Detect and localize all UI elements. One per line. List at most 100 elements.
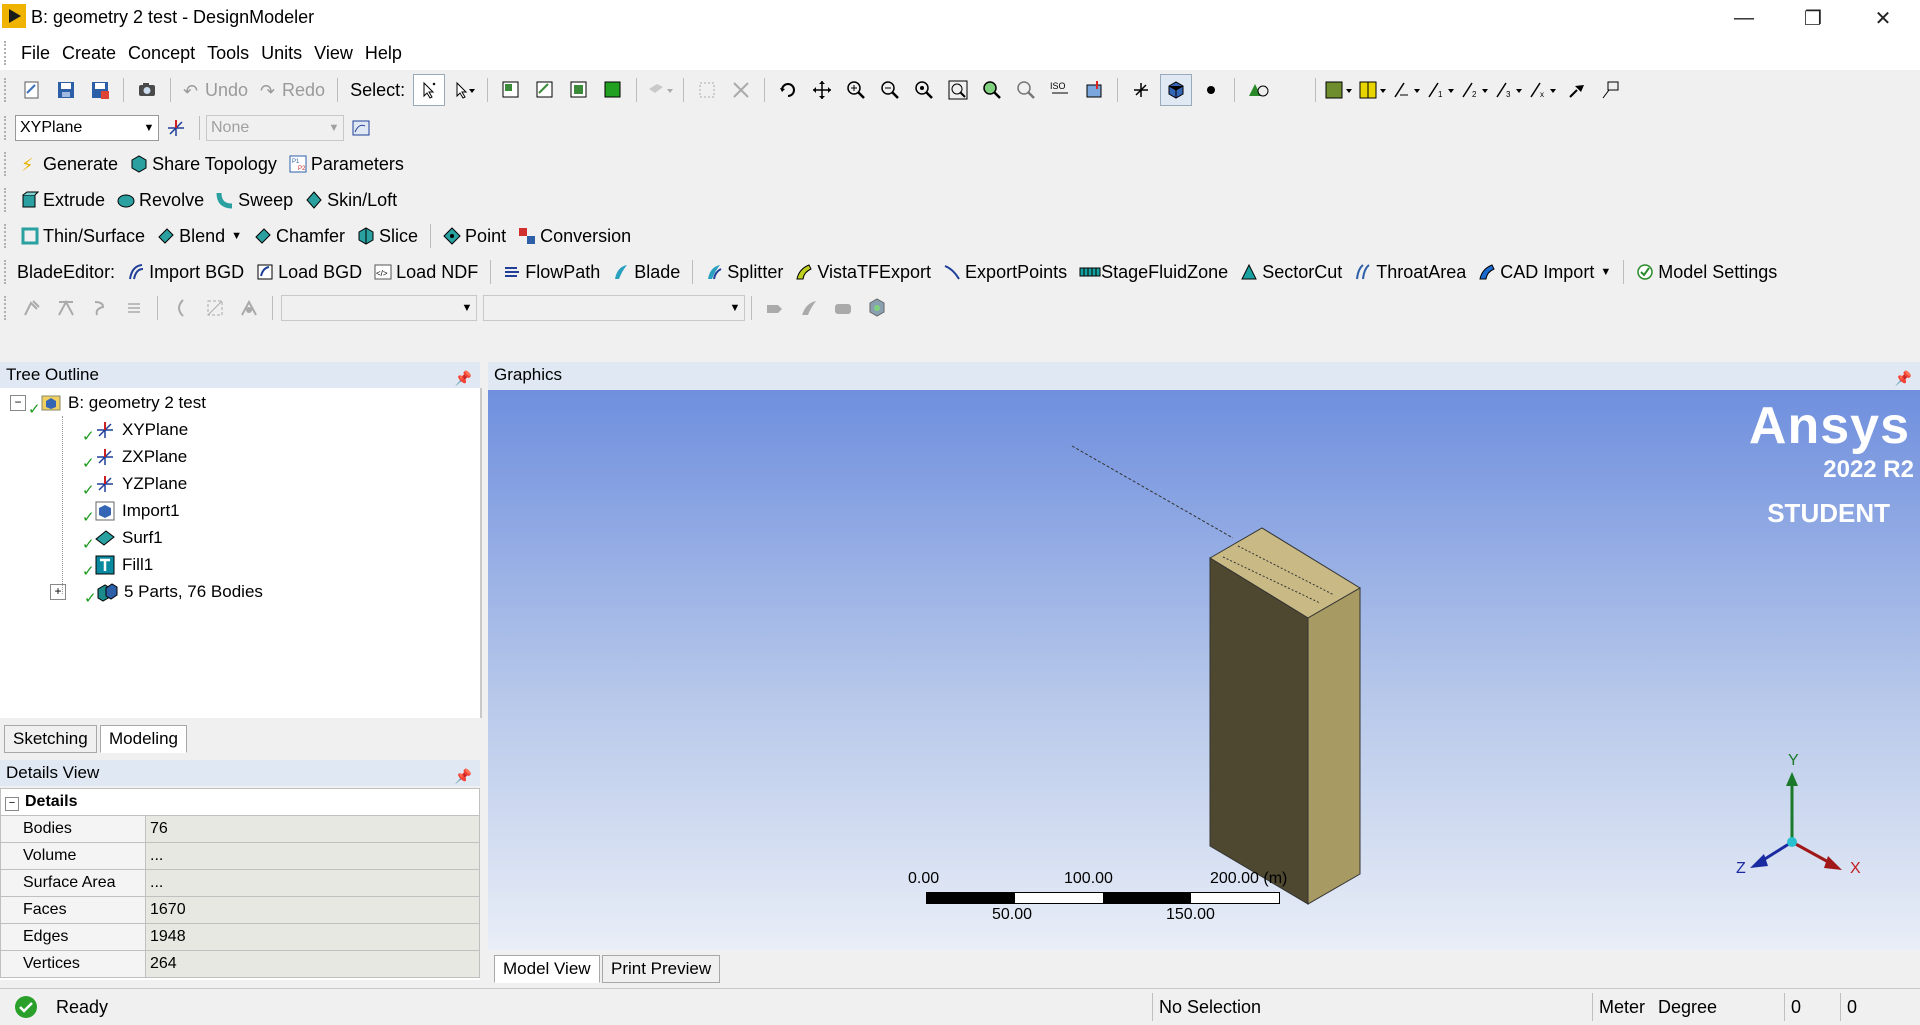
annotation-icon[interactable] [1596,75,1626,105]
tree-item-yzplane[interactable]: ✓ YZPlane [82,471,187,499]
display-edges-icon[interactable] [1243,75,1273,105]
display-model-icon[interactable] [1160,74,1193,106]
cad-import-button[interactable]: CAD Import ▼ [1472,257,1617,287]
thumbtack-icon[interactable] [1562,75,1592,105]
pin-icon[interactable]: 📌 [455,763,472,789]
edge-display-x-icon[interactable]: x [1528,75,1558,105]
generate-button[interactable]: ⚡ Generate [15,149,124,179]
minimize-icon[interactable]: — [1712,0,1776,36]
blade-tool-1-icon[interactable] [760,293,790,323]
graphics-viewport[interactable]: Ansys 2022 R2 STUDENT 0.00 100.00 200.00… [488,390,1920,950]
face-select-icon[interactable] [564,75,594,105]
details-value[interactable]: ... [145,869,480,897]
import-bgd-button[interactable]: Import BGD [121,257,250,287]
blade-button[interactable]: Blade [606,257,686,287]
load-ndf-button[interactable]: </> Load NDF [368,257,484,287]
magnifier-icon[interactable] [977,75,1007,105]
status-angle-unit[interactable]: Degree [1652,993,1770,1021]
splitter-button[interactable]: Splitter [699,257,789,287]
tree-root[interactable]: − ✓ B: geometry 2 test [10,390,206,418]
parameters-button[interactable]: P1 P2 Parameters [283,149,410,179]
screenshot-icon[interactable] [132,75,162,105]
save-icon[interactable] [51,75,81,105]
menu-create[interactable]: Create [56,36,122,70]
menu-help[interactable]: Help [359,36,408,70]
new-icon[interactable] [17,75,47,105]
edge-display-2-icon[interactable]: 2 [1460,75,1490,105]
menu-units[interactable]: Units [255,36,308,70]
blade-tool-3-icon[interactable] [828,293,858,323]
tree-item-surf1[interactable]: ✓ Surf1 [82,525,163,553]
point-select-icon[interactable] [496,75,526,105]
stagefluidzone-button[interactable]: StageFluidZone [1073,257,1234,287]
revolve-button[interactable]: Revolve [111,185,210,215]
vistatfexport-button[interactable]: VistaTFExport [789,257,937,287]
undo-button[interactable]: ↶ Undo [177,75,254,105]
tab-model-view[interactable]: Model View [494,955,600,983]
flowpath-button[interactable]: FlowPath [497,257,606,287]
pan-icon[interactable] [807,75,837,105]
sketch-tool-4-icon[interactable] [119,293,149,323]
tree-item-import1[interactable]: ✓ Import1 [82,498,180,526]
edge-display-1-icon[interactable]: 1 [1426,75,1456,105]
menu-view[interactable]: View [308,36,359,70]
zoom-icon[interactable] [841,75,871,105]
select-new-icon[interactable] [413,74,446,106]
sectorcut-button[interactable]: SectorCut [1234,257,1348,287]
redo-button[interactable]: ↷ Redo [254,75,331,105]
details-value[interactable]: 76 [145,815,480,843]
pin-icon[interactable]: 📌 [1895,365,1912,391]
sketch-tool-3-icon[interactable] [85,293,115,323]
new-plane-icon[interactable] [161,113,191,143]
zoom-to-fit-icon[interactable] [909,75,939,105]
layout-icon[interactable] [1324,75,1354,105]
menu-tools[interactable]: Tools [201,36,255,70]
tree-item-zxplane[interactable]: ✓ ZXPlane [82,444,187,472]
chamfer-button[interactable]: Chamfer [248,221,351,251]
blade-combo-1[interactable]: ▼ [281,295,477,321]
tree-item-fill1[interactable]: ✓ Fill1 [82,552,153,580]
details-value[interactable]: 1948 [145,923,480,951]
sketch-tool-1-icon[interactable] [17,293,47,323]
exportpoints-button[interactable]: ExportPoints [937,257,1073,287]
blend-button[interactable]: Blend ▼ [151,221,248,251]
edge-select-icon[interactable] [530,75,560,105]
plane-select[interactable]: XYPlane ▼ [15,115,159,141]
close-icon[interactable]: ✕ [1851,0,1915,36]
sketch-tool-5-icon[interactable] [166,293,196,323]
display-point-icon[interactable] [1196,75,1226,105]
box-select-icon[interactable] [692,75,722,105]
slice-button[interactable]: Slice [351,221,424,251]
axis-triad[interactable]: Y X Z [1736,752,1886,880]
sketch-select[interactable]: None ▼ [206,115,344,141]
collapse-icon[interactable]: − [10,395,26,411]
details-value[interactable]: ... [145,842,480,870]
select-mode-icon[interactable] [449,75,479,105]
share-topology-button[interactable]: Share Topology [124,149,283,179]
body-select-icon[interactable] [598,75,628,105]
sweep-button[interactable]: Sweep [210,185,299,215]
blade-tool-4-icon[interactable] [862,293,892,323]
model-settings-button[interactable]: Model Settings [1630,257,1783,287]
point-button[interactable]: Point [437,221,512,251]
blade-tool-2-icon[interactable] [794,293,824,323]
look-at-icon[interactable] [1079,75,1109,105]
restore-icon[interactable]: ❐ [1781,0,1845,36]
details-section[interactable]: − Details [0,788,480,816]
status-length-unit[interactable]: Meter [1592,993,1659,1021]
sketch-tool-2-icon[interactable] [51,293,81,323]
tab-sketching[interactable]: Sketching [4,725,97,753]
conversion-button[interactable]: Conversion [512,221,637,251]
menu-concept[interactable]: Concept [122,36,201,70]
details-value[interactable]: 264 [145,950,480,978]
tree-item-xyplane[interactable]: ✓ XYPlane [82,417,188,445]
sketch-tool-7-icon[interactable] [234,293,264,323]
thin-surface-button[interactable]: Thin/Surface [15,221,151,251]
zoom-box-icon[interactable] [875,75,905,105]
details-value[interactable]: 1670 [145,896,480,924]
previous-view-icon[interactable] [1011,75,1041,105]
edge-display-icon[interactable] [1392,75,1422,105]
save-as-icon[interactable] [85,75,115,105]
load-bgd-button[interactable]: Load BGD [250,257,368,287]
throatarea-button[interactable]: ThroatArea [1348,257,1472,287]
